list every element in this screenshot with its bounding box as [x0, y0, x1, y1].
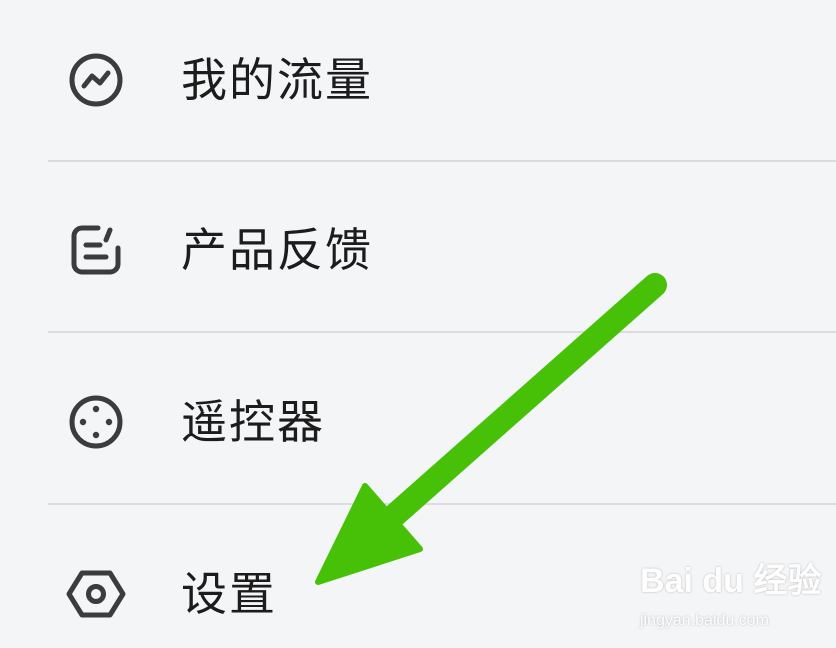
remote-control-icon	[66, 392, 126, 452]
divider	[48, 503, 836, 505]
traffic-chart-icon	[66, 50, 126, 110]
watermark-logo: Bai du 经验	[640, 562, 822, 600]
menu-item-label: 我的流量	[181, 53, 373, 107]
baidu-watermark: Bai du 经验 jingyan.baidu.com	[640, 556, 822, 636]
settings-hexagon-icon	[66, 564, 126, 624]
menu-item-label: 产品反馈	[181, 223, 373, 277]
watermark-url: jingyan.baidu.com	[640, 612, 769, 629]
divider	[48, 160, 836, 162]
divider	[48, 331, 836, 333]
menu-item-label: 设置	[181, 567, 277, 621]
menu-item-product-feedback[interactable]: 产品反馈	[0, 190, 836, 310]
menu-item-label: 遥控器	[181, 395, 325, 449]
menu-item-remote-control[interactable]: 遥控器	[0, 362, 836, 482]
feedback-edit-icon	[66, 220, 126, 280]
settings-menu-screen: 我的流量 产品反馈 遥控器 设置 Bai du 经验 jingyan.baidu…	[0, 0, 836, 648]
menu-item-my-traffic[interactable]: 我的流量	[0, 20, 836, 140]
